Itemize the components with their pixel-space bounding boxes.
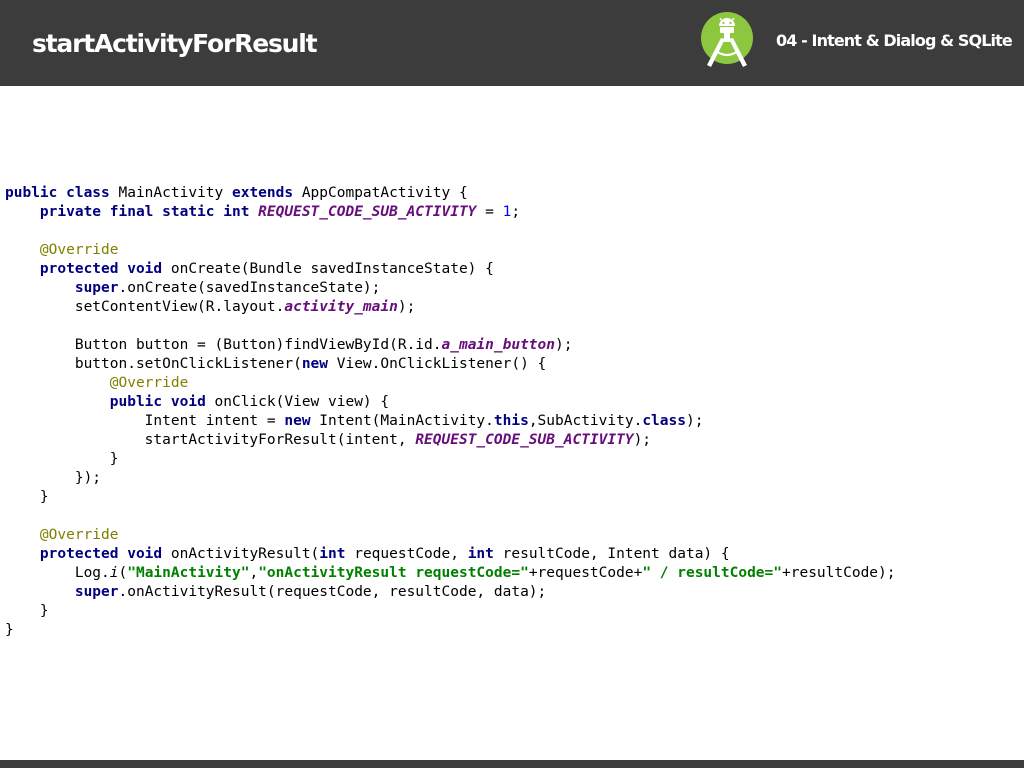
code-text: , [249,565,259,581]
code-text: ); [685,413,704,429]
section-label: 04 - Intent & Dialog & SQLite [776,31,1013,50]
code-text: View.OnClickListener() { [328,356,547,372]
code-text: ); [397,299,416,315]
code-line: Intent intent = new Intent(MainActivity.… [5,412,896,431]
code-line: } [5,450,896,469]
code-keyword: extends [231,185,294,201]
code-line: public void onClick(View view) { [5,393,896,412]
code-keyword: protected void [39,546,163,562]
code-keyword: this [493,413,529,429]
code-keyword: new [284,413,311,429]
code-keyword: protected void [39,261,163,277]
slide-header: startActivityForResult 04 - Intent & Dia… [0,0,1024,86]
code-line: }); [5,469,896,488]
code-line: } [5,488,896,507]
code-text: ; [511,204,521,220]
code-text: startActivityForResult(intent, [5,432,416,448]
code-keyword: super [74,584,119,600]
code-text: ); [555,337,573,353]
code-text: } [5,451,119,467]
code-text: Intent intent = [5,413,285,429]
code-line: Button button = (Button)findViewById(R.i… [5,336,896,355]
code-keyword: int [467,546,494,562]
code-annotation: @Override [39,242,119,258]
code-line: } [5,621,896,640]
code-line: } [5,602,896,621]
code-text: onCreate(Bundle savedInstanceState) { [162,261,494,277]
code-line: protected void onCreate(Bundle savedInst… [5,260,896,279]
code-text: AppCompatActivity { [293,185,468,201]
code-keyword: public class [5,185,110,201]
slide-title: startActivityForResult [32,29,318,58]
code-text: +resultCode); [782,565,896,581]
code-text: .onActivityResult(requestCode, resultCod… [118,584,547,600]
code-keyword: public void [109,394,206,410]
code-string: " / resultCode=" [642,565,782,581]
code-text: +requestCode+ [528,565,643,581]
code-line: @Override [5,241,896,260]
code-annotation: @Override [109,375,189,391]
code-field: a_main_button [441,337,556,353]
code-text: = [476,204,503,220]
code-block: public class MainActivity extends AppCom… [5,184,896,640]
footer-bar [0,760,1024,768]
code-text: Log. [5,565,110,581]
code-text: .onCreate(savedInstanceState); [118,280,381,296]
code-line: button.setOnClickListener(new View.OnCli… [5,355,896,374]
code-annotation: @Override [39,527,119,543]
code-string: "onActivityResult requestCode=" [258,565,529,581]
code-field: REQUEST_CODE_SUB_ACTIVITY [415,432,634,448]
android-studio-icon [701,12,753,67]
code-text: } [5,622,14,638]
code-text: resultCode, Intent data) { [493,546,730,562]
code-keyword: class [642,413,686,429]
code-line: Log.i("MainActivity","onActivityResult r… [5,564,896,583]
code-string: "MainActivity" [127,565,250,581]
code-keyword: super [74,280,119,296]
code-text: Intent(MainActivity. [310,413,494,429]
code-line: protected void onActivityResult(int requ… [5,545,896,564]
code-line: super.onCreate(savedInstanceState); [5,279,896,298]
code-text: onClick(View view) { [205,394,390,410]
code-text: Button button = (Button)findViewById(R.i… [5,337,442,353]
code-field: activity_main [284,299,398,315]
code-line: super.onActivityResult(requestCode, resu… [5,583,896,602]
code-text: onActivityResult( [162,546,320,562]
code-text: ,SubActivity. [528,413,643,429]
code-text: ); [633,432,652,448]
code-text: } [5,489,49,505]
code-text: ( [118,565,128,581]
code-text: setContentView(R.layout. [5,299,285,315]
code-line: @Override [5,526,896,545]
code-text: MainActivity [109,185,232,201]
code-method: i [109,565,119,581]
code-text: requestCode, [345,546,468,562]
code-line: public class MainActivity extends AppCom… [5,184,896,203]
code-text: button.setOnClickListener( [5,356,302,372]
code-keyword: new [301,356,329,372]
code-keyword: private final static int [39,204,250,220]
code-line: private final static int REQUEST_CODE_SU… [5,203,896,222]
code-field: REQUEST_CODE_SUB_ACTIVITY [258,204,477,220]
code-line: @Override [5,374,896,393]
code-line: startActivityForResult(intent, REQUEST_C… [5,431,896,450]
code-line: setContentView(R.layout.activity_main); [5,298,896,317]
code-text: }); [5,470,102,486]
code-text: } [5,603,49,619]
code-keyword: int [319,546,346,562]
